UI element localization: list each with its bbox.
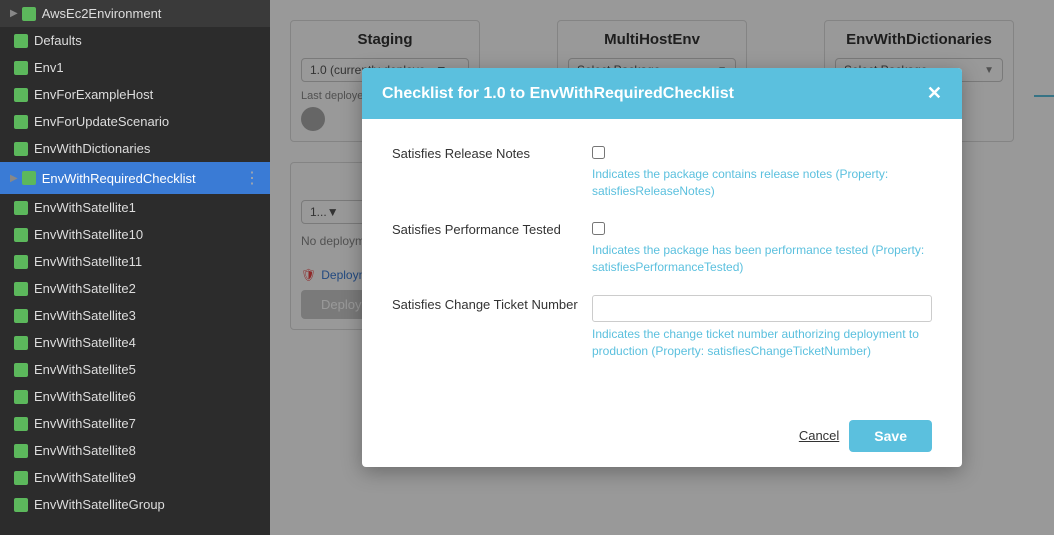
env-icon [14, 309, 28, 323]
sidebar-item-label: EnvWithSatellite8 [34, 443, 136, 458]
env-icon [14, 255, 28, 269]
sidebar-item-defaults[interactable]: Defaults [0, 27, 270, 54]
sidebar-item-envwithsatellite6[interactable]: EnvWithSatellite6 [0, 383, 270, 410]
ticket-input[interactable] [592, 295, 932, 322]
ticket-right: Indicates the change ticket number autho… [592, 295, 932, 360]
modal-body: Satisfies Release Notes Indicates the pa… [362, 119, 962, 405]
performance-desc: Indicates the package has been performan… [592, 242, 932, 276]
sidebar-item-envwithsatellite5[interactable]: EnvWithSatellite5 [0, 356, 270, 383]
save-button[interactable]: Save [849, 420, 932, 452]
modal-close-button[interactable]: ✕ [927, 83, 942, 104]
sidebar-item-label: Env1 [34, 60, 64, 75]
release-notes-desc: Indicates the package contains release n… [592, 166, 932, 200]
env-icon [14, 282, 28, 296]
ticket-label: Satisfies Change Ticket Number [392, 295, 592, 312]
release-notes-label: Satisfies Release Notes [392, 144, 592, 161]
checklist-modal: Checklist for 1.0 to EnvWithRequiredChec… [362, 68, 962, 467]
sidebar-item-envwithsatellite11[interactable]: EnvWithSatellite11 [0, 248, 270, 275]
sidebar-item-label: EnvWithSatellite6 [34, 389, 136, 404]
env-icon [14, 88, 28, 102]
sidebar-item-envwithsatellite3[interactable]: EnvWithSatellite3 [0, 302, 270, 329]
sidebar-item-label: Defaults [34, 33, 82, 48]
sidebar-item-label: EnvWithSatellite5 [34, 362, 136, 377]
env-icon [22, 7, 36, 21]
sidebar-item-label: EnvForExampleHost [34, 87, 153, 102]
performance-right: Indicates the package has been performan… [592, 220, 932, 276]
sidebar-item-envwithsatellite10[interactable]: EnvWithSatellite10 [0, 221, 270, 248]
env-icon [14, 363, 28, 377]
sidebar-item-label: EnvWithSatellite4 [34, 335, 136, 350]
expand-arrow-icon: ▶ [10, 8, 18, 19]
modal-footer: Cancel Save [362, 405, 962, 467]
env-icon [14, 61, 28, 75]
sidebar-item-label: EnvWithDictionaries [34, 141, 150, 156]
sidebar-item-envwithsatellite9[interactable]: EnvWithSatellite9 [0, 464, 270, 491]
sidebar-item-label: EnvWithSatelliteGroup [34, 497, 165, 512]
sidebar-item-label: EnvWithSatellite11 [34, 254, 142, 269]
env-icon [14, 471, 28, 485]
modal-title: Checklist for 1.0 to EnvWithRequiredChec… [382, 85, 734, 103]
sidebar-item-label: EnvWithSatellite7 [34, 416, 136, 431]
performance-checkbox[interactable] [592, 222, 605, 235]
env-icon [14, 228, 28, 242]
sidebar-item-envforupdatescenario[interactable]: EnvForUpdateScenario [0, 108, 270, 135]
sidebar-item-label: EnvWithSatellite9 [34, 470, 136, 485]
env-icon [14, 336, 28, 350]
sidebar-item-envwithsatellite2[interactable]: EnvWithSatellite2 [0, 275, 270, 302]
env-icon [14, 498, 28, 512]
sidebar-item-envwithrequiredchecklist[interactable]: ▶ EnvWithRequiredChecklist ⋮ [0, 162, 270, 194]
release-notes-checkbox[interactable] [592, 146, 605, 159]
sidebar-item-label: EnvWithSatellite3 [34, 308, 136, 323]
env-icon [14, 115, 28, 129]
env-icon [14, 142, 28, 156]
sidebar-item-label: EnvWithRequiredChecklist [42, 171, 196, 186]
sidebar-item-awsec2environment[interactable]: ▶ AwsEc2Environment [0, 0, 270, 27]
env-icon [14, 201, 28, 215]
main-content: Staging 1.0 (currently deploye... ▼ Last… [270, 0, 1054, 535]
sidebar: ▶ AwsEc2Environment Defaults Env1 EnvForE… [0, 0, 270, 535]
checklist-row-ticket: Satisfies Change Ticket Number Indicates… [392, 295, 932, 360]
sidebar-item-env1[interactable]: Env1 [0, 54, 270, 81]
modal-header: Checklist for 1.0 to EnvWithRequiredChec… [362, 68, 962, 119]
performance-label: Satisfies Performance Tested [392, 220, 592, 237]
sidebar-item-envwithdictionaries[interactable]: EnvWithDictionaries [0, 135, 270, 162]
sidebar-item-envwithsatellite8[interactable]: EnvWithSatellite8 [0, 437, 270, 464]
env-icon [14, 444, 28, 458]
expand-arrow-icon: ▶ [10, 173, 18, 184]
env-icon [14, 34, 28, 48]
sidebar-item-envwithsatellite4[interactable]: EnvWithSatellite4 [0, 329, 270, 356]
ticket-desc: Indicates the change ticket number autho… [592, 326, 932, 360]
sidebar-item-label: EnvWithSatellite1 [34, 200, 136, 215]
checklist-row-release-notes: Satisfies Release Notes Indicates the pa… [392, 144, 932, 200]
env-icon [14, 417, 28, 431]
sidebar-item-dots-menu[interactable]: ⋮ [244, 168, 260, 188]
sidebar-item-envwithsatellite7[interactable]: EnvWithSatellite7 [0, 410, 270, 437]
sidebar-item-label: EnvWithSatellite2 [34, 281, 136, 296]
modal-overlay: Checklist for 1.0 to EnvWithRequiredChec… [270, 0, 1054, 535]
sidebar-item-label: EnvForUpdateScenario [34, 114, 169, 129]
cancel-button[interactable]: Cancel [799, 420, 839, 452]
env-icon [22, 171, 36, 185]
sidebar-item-envwithsatellitegroup[interactable]: EnvWithSatelliteGroup [0, 491, 270, 518]
env-icon [14, 390, 28, 404]
sidebar-item-envwithsatellite1[interactable]: EnvWithSatellite1 [0, 194, 270, 221]
sidebar-item-label: EnvWithSatellite10 [34, 227, 143, 242]
sidebar-item-envforexamplehost[interactable]: EnvForExampleHost [0, 81, 270, 108]
checklist-row-performance: Satisfies Performance Tested Indicates t… [392, 220, 932, 276]
sidebar-item-label: AwsEc2Environment [42, 6, 162, 21]
release-notes-right: Indicates the package contains release n… [592, 144, 932, 200]
